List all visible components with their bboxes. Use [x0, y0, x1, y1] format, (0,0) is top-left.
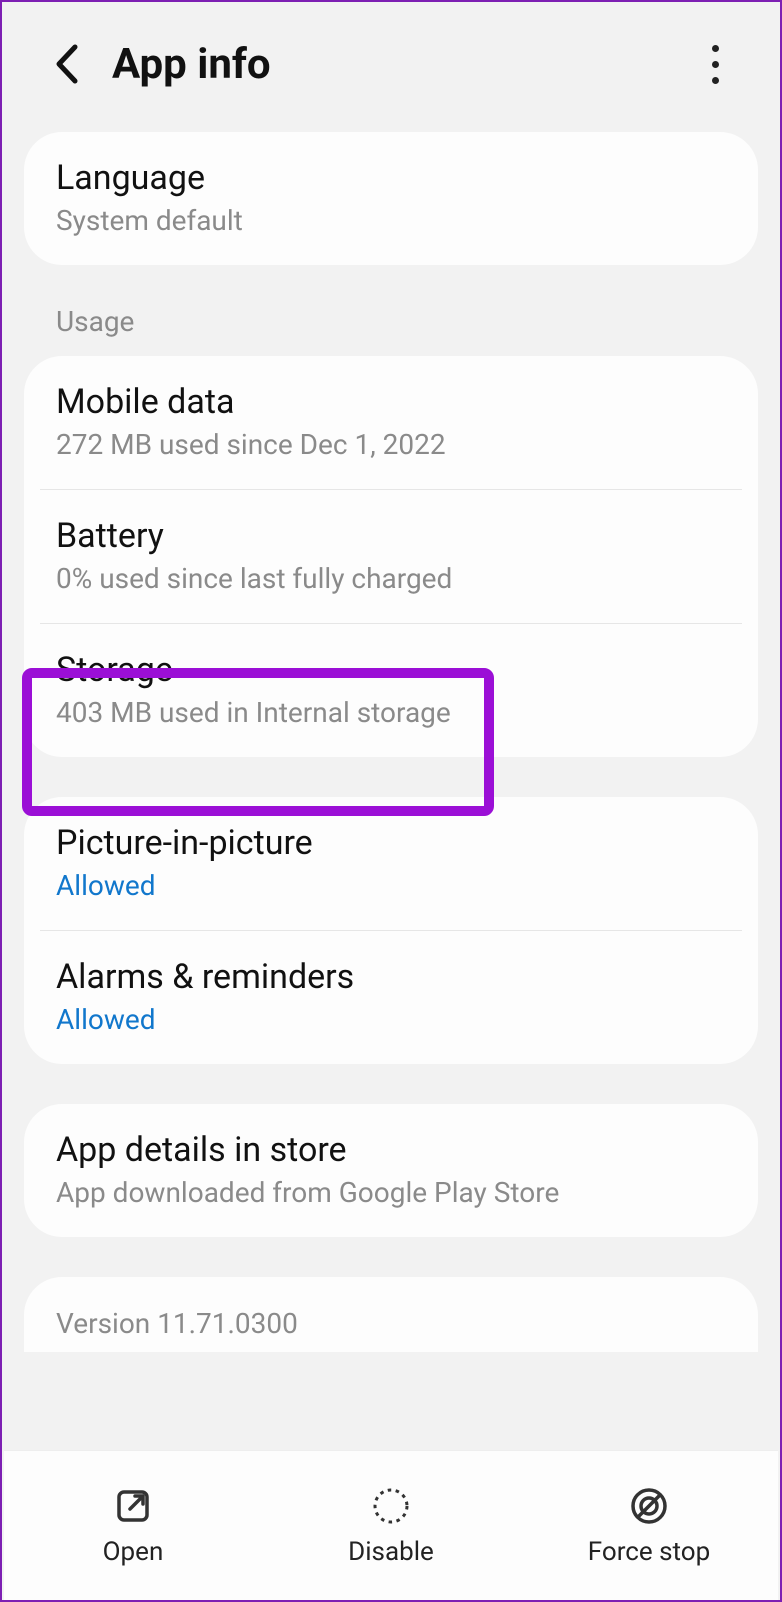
store-details-title: App details in store: [56, 1130, 726, 1170]
store-details-subtitle: App downloaded from Google Play Store: [56, 1176, 726, 1209]
battery-subtitle: 0% used since last fully charged: [56, 562, 726, 595]
language-row[interactable]: Language System default: [24, 132, 758, 265]
usage-card: Mobile data 272 MB used since Dec 1, 202…: [24, 356, 758, 757]
store-details-row[interactable]: App details in store App downloaded from…: [24, 1104, 758, 1237]
version-card: Version 11.71.0300: [24, 1277, 758, 1352]
usage-section-label: Usage: [2, 305, 780, 356]
store-details-card: App details in store App downloaded from…: [24, 1104, 758, 1237]
mobile-data-row[interactable]: Mobile data 272 MB used since Dec 1, 202…: [24, 356, 758, 489]
force-stop-label: Force stop: [588, 1537, 710, 1567]
header-bar: App info: [2, 2, 780, 132]
disable-icon: [370, 1485, 412, 1527]
pip-title: Picture-in-picture: [56, 823, 726, 863]
alarms-title: Alarms & reminders: [56, 957, 726, 997]
storage-subtitle: 403 MB used in Internal storage: [56, 696, 726, 729]
language-title: Language: [56, 158, 726, 198]
disable-label: Disable: [348, 1537, 434, 1567]
version-text: Version 11.71.0300: [56, 1307, 726, 1340]
alarms-row[interactable]: Alarms & reminders Allowed: [24, 931, 758, 1064]
pip-row[interactable]: Picture-in-picture Allowed: [24, 797, 758, 930]
battery-row[interactable]: Battery 0% used since last fully charged: [24, 490, 758, 623]
alarms-subtitle: Allowed: [56, 1003, 726, 1036]
bottom-action-bar: Open Disable Force stop: [4, 1450, 778, 1600]
open-icon: [112, 1485, 154, 1527]
storage-row[interactable]: Storage 403 MB used in Internal storage: [24, 624, 758, 757]
more-options-icon[interactable]: [690, 39, 740, 89]
open-button[interactable]: Open: [4, 1451, 262, 1600]
mobile-data-subtitle: 272 MB used since Dec 1, 2022: [56, 428, 726, 461]
storage-title: Storage: [56, 650, 726, 690]
open-label: Open: [103, 1537, 164, 1567]
mobile-data-title: Mobile data: [56, 382, 726, 422]
language-card: Language System default: [24, 132, 758, 265]
permissions-card: Picture-in-picture Allowed Alarms & remi…: [24, 797, 758, 1064]
page-title: App info: [112, 40, 690, 89]
pip-subtitle: Allowed: [56, 869, 726, 902]
force-stop-button[interactable]: Force stop: [520, 1451, 778, 1600]
back-icon[interactable]: [42, 39, 92, 89]
battery-title: Battery: [56, 516, 726, 556]
disable-button[interactable]: Disable: [262, 1451, 520, 1600]
language-subtitle: System default: [56, 204, 726, 237]
force-stop-icon: [628, 1485, 670, 1527]
